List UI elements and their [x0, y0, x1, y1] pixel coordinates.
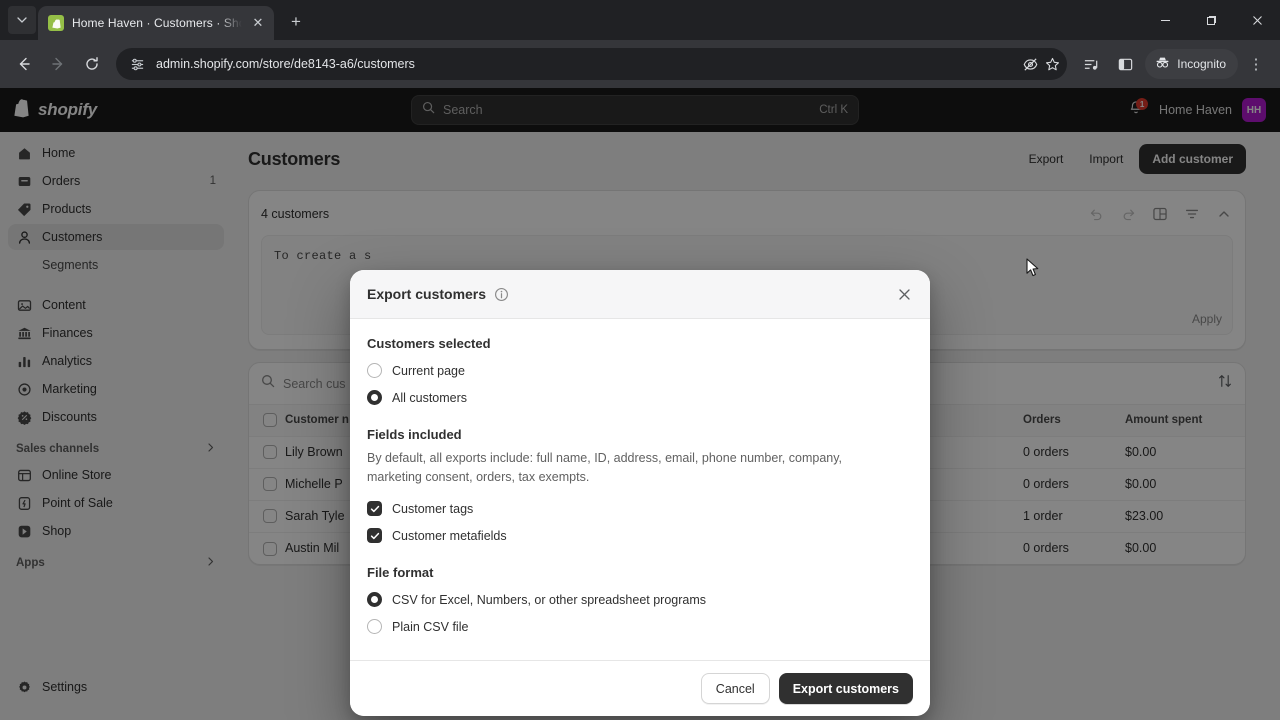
option-label: Current page	[392, 363, 465, 378]
cancel-button[interactable]: Cancel	[700, 673, 770, 704]
modal-body: Customers selected Current page All cust…	[350, 319, 930, 645]
option-customer-tags[interactable]: Customer tags	[367, 496, 913, 521]
export-customers-button[interactable]: Export customers	[778, 673, 913, 704]
profile-label: Incognito	[1177, 57, 1226, 71]
fields-included-description: By default, all exports include: full na…	[367, 451, 843, 484]
side-panel-icon[interactable]	[1109, 48, 1141, 80]
export-customers-modal: Export customers Customers selected Curr…	[350, 270, 930, 716]
option-current-page[interactable]: Current page	[367, 358, 913, 383]
option-label: Customer metafields	[392, 528, 507, 543]
option-plain-csv[interactable]: Plain CSV file	[367, 614, 913, 639]
modal-header: Export customers	[350, 270, 930, 319]
minimize-icon[interactable]	[1142, 4, 1188, 36]
section-fields-included-title: Fields included	[367, 427, 462, 442]
option-customer-metafields[interactable]: Customer metafields	[367, 523, 913, 548]
option-label: All customers	[392, 390, 468, 405]
maximize-icon[interactable]	[1188, 4, 1234, 36]
browser-window: Home Haven · Customers · Sho ✕ + admin.s…	[0, 0, 1280, 720]
tab-title: Home Haven · Customers · Sho	[72, 16, 242, 30]
option-label: Plain CSV file	[392, 619, 469, 634]
back-icon[interactable]	[8, 48, 40, 80]
browser-menu-icon[interactable]: ⋮	[1240, 48, 1272, 80]
browser-toolbar: admin.shopify.com/store/de8143-a6/custom…	[0, 40, 1280, 88]
tab-search-icon[interactable]	[8, 6, 36, 34]
section-customers-selected-title: Customers selected	[367, 336, 491, 351]
forward-icon[interactable]	[42, 48, 74, 80]
option-label: CSV for Excel, Numbers, or other spreads…	[392, 592, 707, 607]
omnibox-actions	[1021, 55, 1061, 73]
new-tab-button[interactable]: +	[282, 8, 310, 36]
close-tab-icon[interactable]: ✕	[250, 15, 266, 31]
site-settings-icon[interactable]	[128, 55, 146, 73]
checkbox-customer-tags[interactable]	[367, 501, 382, 516]
reload-icon[interactable]	[76, 48, 108, 80]
modal-footer: Cancel Export customers	[350, 660, 930, 716]
close-icon[interactable]	[892, 282, 916, 306]
media-controls-icon[interactable]	[1075, 48, 1107, 80]
shopify-admin: shopify Search Ctrl K 1 Home Haven HH Ho…	[0, 88, 1280, 720]
shopify-favicon-icon	[48, 15, 64, 31]
modal-title: Export customers	[367, 286, 487, 302]
bookmark-star-icon[interactable]	[1043, 55, 1061, 73]
browser-tab[interactable]: Home Haven · Customers · Sho ✕	[38, 6, 274, 40]
close-window-icon[interactable]	[1234, 4, 1280, 36]
option-all-customers[interactable]: All customers	[367, 385, 913, 410]
radio-plain-csv[interactable]	[367, 619, 382, 634]
incognito-icon	[1154, 54, 1171, 74]
radio-all-customers[interactable]	[367, 390, 382, 405]
profile-incognito-button[interactable]: Incognito	[1145, 49, 1238, 79]
tab-strip: Home Haven · Customers · Sho ✕ +	[0, 0, 1280, 40]
url-text: admin.shopify.com/store/de8143-a6/custom…	[156, 57, 415, 71]
option-label: Customer tags	[392, 501, 474, 516]
info-icon[interactable]	[494, 287, 509, 302]
address-bar[interactable]: admin.shopify.com/store/de8143-a6/custom…	[116, 48, 1068, 80]
window-controls	[1142, 0, 1280, 40]
radio-current-page[interactable]	[367, 363, 382, 378]
checkbox-customer-metafields[interactable]	[367, 528, 382, 543]
section-file-format-title: File format	[367, 565, 434, 580]
radio-csv-excel[interactable]	[367, 592, 382, 607]
tracking-protection-icon[interactable]	[1021, 55, 1039, 73]
option-csv-excel[interactable]: CSV for Excel, Numbers, or other spreads…	[367, 587, 913, 612]
